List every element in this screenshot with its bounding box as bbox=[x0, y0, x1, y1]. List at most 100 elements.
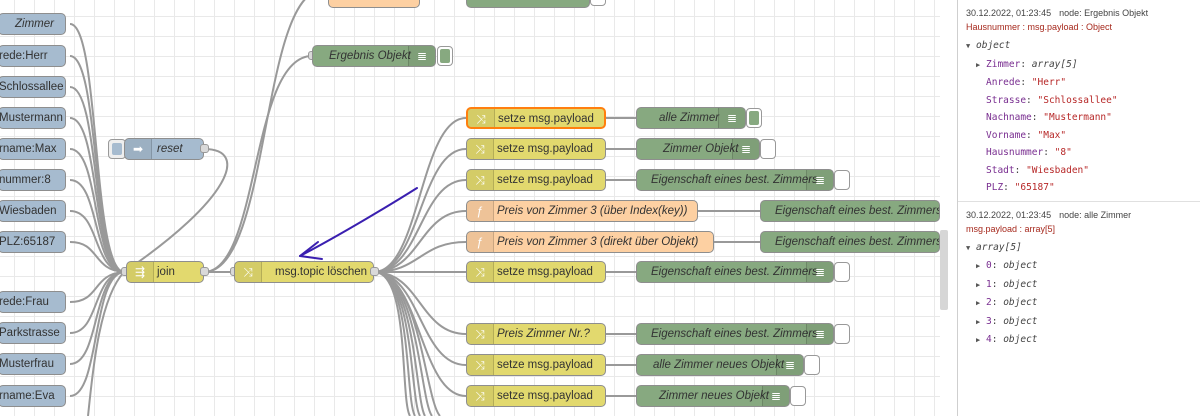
debug-toggle[interactable] bbox=[834, 170, 850, 190]
change-node[interactable]: ⤨ setze msg.payload bbox=[466, 169, 606, 191]
inject-label: rname:Max bbox=[0, 143, 57, 155]
debug-toggle[interactable] bbox=[746, 108, 762, 128]
inject-node[interactable]: rede:Frau bbox=[0, 291, 66, 313]
function-node[interactable]: ƒ Preis von Zimmer 3 (über Index(key)) bbox=[466, 200, 698, 222]
change-label: setze msg.payload bbox=[497, 390, 593, 402]
inject-label: rede:Herr bbox=[0, 50, 48, 62]
top-debug-node[interactable] bbox=[466, 0, 590, 8]
tree-root[interactable]: ▼ object bbox=[966, 37, 1200, 56]
inject-node[interactable]: Schlossallee bbox=[0, 76, 66, 98]
inject-node[interactable]: PLZ:65187 bbox=[0, 231, 66, 253]
caret-right-icon[interactable]: ▶ bbox=[976, 57, 986, 75]
shuffle-icon: ⤨ bbox=[467, 355, 494, 375]
join-node[interactable]: ⇶ join bbox=[126, 261, 204, 283]
tree-row: Stadt: "Wiesbaden" bbox=[986, 164, 1089, 176]
inject-node-zimmer[interactable]: Zimmer bbox=[0, 13, 66, 35]
result-debug-node[interactable]: Ergebnis Objekt ≣ bbox=[312, 45, 436, 67]
inject-label: Musterfrau bbox=[0, 358, 54, 370]
function-node[interactable]: ⤨ Preis Zimmer Nr.? bbox=[466, 323, 606, 345]
message-tree[interactable]: ▼ object ▶ Zimmer: array[5] Anrede: "Herr"… bbox=[966, 37, 1200, 197]
tree-row: Vorname: "Max" bbox=[986, 129, 1067, 141]
output-port[interactable] bbox=[370, 267, 379, 276]
message-node[interactable]: node: alle Zimmer bbox=[1059, 210, 1131, 220]
debug-label: Eigenschaft eines best. Zimmers bbox=[775, 205, 940, 217]
debug-node[interactable]: alle Zimmer ≣ bbox=[636, 107, 746, 129]
function-icon: ƒ bbox=[467, 201, 494, 221]
list-icon: ≣ bbox=[806, 324, 833, 344]
message-timestamp: 30.12.2022, 01:23:45 bbox=[966, 8, 1052, 18]
shuffle-icon: ⤨ bbox=[467, 262, 494, 282]
shuffle-icon: ⤨ bbox=[468, 109, 495, 127]
debug-node[interactable]: Eigenschaft eines best. Zimmers ≣ bbox=[636, 261, 834, 283]
inject-node[interactable]: rname:Eva bbox=[0, 385, 66, 407]
debug-toggle[interactable] bbox=[804, 355, 820, 375]
debug-label: Eigenschaft eines best. Zimmers bbox=[651, 174, 818, 186]
inject-label: PLZ:65187 bbox=[0, 236, 56, 248]
debug-label: Eigenschaft eines best. Zimmers bbox=[775, 236, 940, 248]
list-icon: ≣ bbox=[806, 170, 833, 190]
change-node[interactable]: ⤨ setze msg.payload bbox=[466, 261, 606, 283]
inject-node[interactable]: rname:Max bbox=[0, 138, 66, 160]
debug-node[interactable]: Zimmer neues Objekt ≣ bbox=[636, 385, 790, 407]
inject-node[interactable]: Wiesbaden bbox=[0, 200, 66, 222]
tree-row: PLZ: "65187" bbox=[986, 182, 1055, 193]
debug-node[interactable]: Eigenschaft eines best. Zimmers ≣ bbox=[636, 323, 834, 345]
tree-row[interactable]: ▶ 2: object bbox=[966, 294, 1200, 313]
tree-row[interactable]: ▶ Zimmer: array[5] bbox=[966, 56, 1200, 75]
message-tree[interactable]: ▼ array[5] ▶ 0: object ▶ 1: object ▶ 2: obje… bbox=[966, 239, 1200, 350]
wire bbox=[373, 148, 467, 273]
tree-row[interactable]: ▶ 1: object bbox=[966, 276, 1200, 295]
caret-right-icon[interactable]: ▶ bbox=[976, 332, 986, 350]
change-node[interactable]: ⤨ setze msg.payload bbox=[466, 354, 606, 376]
change-node[interactable]: ⤨ setze msg.payload bbox=[466, 107, 606, 129]
debug-toggle[interactable] bbox=[790, 386, 806, 406]
inject-node[interactable]: Musterfrau bbox=[0, 353, 66, 375]
debug-toggle[interactable] bbox=[590, 0, 606, 6]
list-icon: ≣ bbox=[732, 139, 759, 159]
workspace-scrollbar[interactable] bbox=[940, 230, 948, 310]
debug-toggle[interactable] bbox=[760, 139, 776, 159]
caret-right-icon[interactable]: ▶ bbox=[976, 277, 986, 295]
debug-toggle[interactable] bbox=[834, 324, 850, 344]
clear-topic-label: msg.topic löschen bbox=[275, 266, 368, 278]
caret-right-icon[interactable]: ▶ bbox=[976, 295, 986, 313]
debug-node[interactable]: Eigenschaft eines best. Zimmers ≣ bbox=[636, 169, 834, 191]
inject-node[interactable]: rede:Herr bbox=[0, 45, 66, 67]
change-node[interactable]: ⤨ setze msg.payload bbox=[466, 385, 606, 407]
tree-row[interactable]: ▶ 4: object bbox=[966, 331, 1200, 350]
tree-row[interactable]: ▶ 3: object bbox=[966, 313, 1200, 332]
flow-workspace[interactable]: Zimmer rede:Herr Schlossallee Mustermann… bbox=[0, 0, 940, 416]
debug-node[interactable]: Eigenschaft eines best. Zimmers bbox=[760, 231, 940, 253]
output-port[interactable] bbox=[200, 267, 209, 276]
inject-node[interactable]: nummer:8 bbox=[0, 169, 66, 191]
debug-node[interactable]: alle Zimmer neues Objekt ≣ bbox=[636, 354, 804, 376]
debug-toggle[interactable] bbox=[834, 262, 850, 282]
debug-node[interactable]: Zimmer Objekt ≣ bbox=[636, 138, 760, 160]
inject-node[interactable]: Mustermann bbox=[0, 107, 66, 129]
shuffle-icon: ⤨ bbox=[467, 170, 494, 190]
clear-topic-change-node[interactable]: ⤨ msg.topic löschen bbox=[234, 261, 374, 283]
output-port[interactable] bbox=[200, 144, 209, 153]
message-node[interactable]: node: Ergebnis Objekt bbox=[1059, 8, 1148, 18]
caret-down-icon[interactable]: ▼ bbox=[966, 240, 976, 258]
top-function-node[interactable] bbox=[328, 0, 420, 8]
reset-inject-node[interactable]: ➡ reset bbox=[124, 138, 204, 160]
caret-down-icon[interactable]: ▼ bbox=[966, 38, 976, 56]
function-node[interactable]: ƒ Preis von Zimmer 3 (direkt über Objekt… bbox=[466, 231, 714, 253]
tree-root[interactable]: ▼ array[5] bbox=[966, 239, 1200, 258]
change-label: setze msg.payload bbox=[497, 143, 593, 155]
change-label: setze msg.payload bbox=[497, 359, 593, 371]
debug-label: Eigenschaft eines best. Zimmers bbox=[651, 266, 818, 278]
function-icon: ƒ bbox=[467, 232, 494, 252]
function-label: Preis von Zimmer 3 (über Index(key)) bbox=[497, 205, 688, 217]
debug-message: 30.12.2022, 01:23:45 node: Ergebnis Objek… bbox=[958, 0, 1200, 202]
caret-right-icon[interactable]: ▶ bbox=[976, 314, 986, 332]
change-node[interactable]: ⤨ setze msg.payload bbox=[466, 138, 606, 160]
debug-toggle[interactable] bbox=[437, 46, 453, 66]
tree-row[interactable]: ▶ 0: object bbox=[966, 257, 1200, 276]
debug-node[interactable]: Eigenschaft eines best. Zimmers bbox=[760, 200, 940, 222]
inject-node[interactable]: Parkstrasse bbox=[0, 322, 66, 344]
reset-label: reset bbox=[157, 143, 183, 155]
caret-right-icon[interactable]: ▶ bbox=[976, 258, 986, 276]
message-timestamp: 30.12.2022, 01:23:45 bbox=[966, 209, 1052, 220]
